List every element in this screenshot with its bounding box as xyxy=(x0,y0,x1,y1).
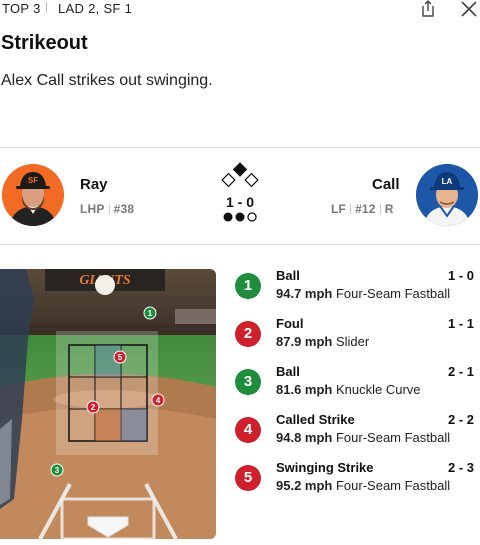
pitch-count: 1 - 0 xyxy=(447,268,474,283)
pitch-result: Called Strike xyxy=(276,412,355,427)
pitch-row-3[interactable]: 3 Ball 2 - 1 81.6 mph Knuckle Curve xyxy=(235,364,480,408)
pitcher-meta: LHP #38 xyxy=(80,202,134,216)
game-status-bar: TOP 3 LAD 2, SF 1 xyxy=(0,0,480,18)
pitch-count: 2 - 2 xyxy=(447,412,474,427)
divider xyxy=(0,244,480,245)
pitch-result: Swinging Strike xyxy=(276,460,374,475)
svg-text:2: 2 xyxy=(91,403,96,412)
svg-text:5: 5 xyxy=(118,353,123,362)
pitch-speed: 87.9 mph xyxy=(276,334,333,349)
second-base xyxy=(232,162,248,177)
pitcher-position: LHP xyxy=(80,202,105,216)
ball-strike-count: 1 - 0 xyxy=(225,194,254,210)
pitch-marker-3[interactable]: 3 xyxy=(50,463,64,477)
divider xyxy=(108,204,110,214)
share-icon xyxy=(422,0,434,17)
pitch-number-badge: 3 xyxy=(235,369,261,395)
out-dot xyxy=(235,212,245,222)
pitch-location-field: GIANTS 1 xyxy=(0,269,216,539)
play-title: Strikeout xyxy=(1,32,88,54)
pitch-type: Slider xyxy=(335,334,370,349)
pitch-detail: 81.6 mph Knuckle Curve xyxy=(276,382,421,397)
divider xyxy=(350,204,352,214)
pitch-speed: 94.8 mph xyxy=(276,430,333,445)
divider xyxy=(46,2,47,13)
svg-text:1: 1 xyxy=(148,309,153,318)
pitch-detail: 95.2 mph Four-Seam Fastball xyxy=(276,478,450,493)
pitcher-headshot: SF xyxy=(2,164,64,226)
bases-diamond xyxy=(221,162,259,188)
pitch-number-badge: 4 xyxy=(235,417,261,443)
pitch-detail: 94.8 mph Four-Seam Fastball xyxy=(276,430,450,445)
batter-meta: LF #12 R xyxy=(331,202,394,216)
pitch-count: 1 - 1 xyxy=(447,316,474,331)
pitch-result: Foul xyxy=(276,316,304,331)
batter-bats: R xyxy=(384,202,394,216)
pitch-speed: 81.6 mph xyxy=(276,382,333,397)
out-dot xyxy=(247,212,257,222)
batter-avatar[interactable]: LA xyxy=(416,164,478,226)
pitch-detail: 87.9 mph Slider xyxy=(276,334,369,349)
pitch-row-2[interactable]: 2 Foul 1 - 1 87.9 mph Slider xyxy=(235,316,480,360)
batter-position: LF xyxy=(331,202,347,216)
pitch-marker-5[interactable]: 5 xyxy=(113,350,127,364)
pitch-count: 2 - 3 xyxy=(447,460,474,475)
pitcher-number: #38 xyxy=(113,202,135,216)
divider xyxy=(379,204,381,214)
svg-text:4: 4 xyxy=(156,396,161,405)
pitcher-name[interactable]: Ray xyxy=(80,176,108,193)
pitch-marker-1[interactable]: 1 xyxy=(143,306,157,320)
share-button[interactable] xyxy=(419,0,437,18)
pitch-number-badge: 2 xyxy=(235,321,261,347)
close-icon xyxy=(461,1,477,17)
pitch-speed: 94.7 mph xyxy=(276,286,333,301)
pitch-number-badge: 1 xyxy=(235,273,261,299)
batter-number: #12 xyxy=(355,202,376,216)
outs-indicator xyxy=(223,212,257,222)
svg-text:LA: LA xyxy=(442,177,453,186)
pitch-markers: 1 5 2 4 3 xyxy=(50,306,165,477)
pitch-marker-2[interactable]: 2 xyxy=(86,400,100,414)
first-base xyxy=(244,172,259,188)
pitch-speed: 95.2 mph xyxy=(276,478,333,493)
pitch-marker-4[interactable]: 4 xyxy=(151,393,165,407)
pitch-row-4[interactable]: 4 Called Strike 2 - 2 94.8 mph Four-Seam… xyxy=(235,412,480,456)
pitch-type: Four-Seam Fastball xyxy=(335,478,451,493)
pitch-number-badge: 5 xyxy=(235,465,261,491)
svg-text:SF: SF xyxy=(28,176,38,185)
pitch-row-1[interactable]: 1 Ball 1 - 0 94.7 mph Four-Seam Fastball xyxy=(235,268,480,312)
close-button[interactable] xyxy=(460,0,478,18)
inning-label: TOP 3 xyxy=(2,1,41,16)
pitch-detail: 94.7 mph Four-Seam Fastball xyxy=(276,286,450,301)
pitcher-avatar[interactable]: SF xyxy=(2,164,64,226)
third-base xyxy=(221,172,236,188)
pitch-result: Ball xyxy=(276,268,300,283)
svg-text:3: 3 xyxy=(55,466,60,475)
pitch-count: 2 - 1 xyxy=(447,364,474,379)
pitch-result: Ball xyxy=(276,364,300,379)
batter-name[interactable]: Call xyxy=(372,176,400,193)
play-description: Alex Call strikes out swinging. xyxy=(1,72,213,89)
divider xyxy=(0,147,480,148)
batter-headshot: LA xyxy=(416,164,478,226)
pitch-type: Four-Seam Fastball xyxy=(335,286,451,301)
pitch-type: Knuckle Curve xyxy=(335,382,421,397)
out-dot xyxy=(223,212,233,222)
score-label: LAD 2, SF 1 xyxy=(58,1,133,16)
pitch-type: Four-Seam Fastball xyxy=(335,430,451,445)
pitch-row-5[interactable]: 5 Swinging Strike 2 - 3 95.2 mph Four-Se… xyxy=(235,460,480,504)
